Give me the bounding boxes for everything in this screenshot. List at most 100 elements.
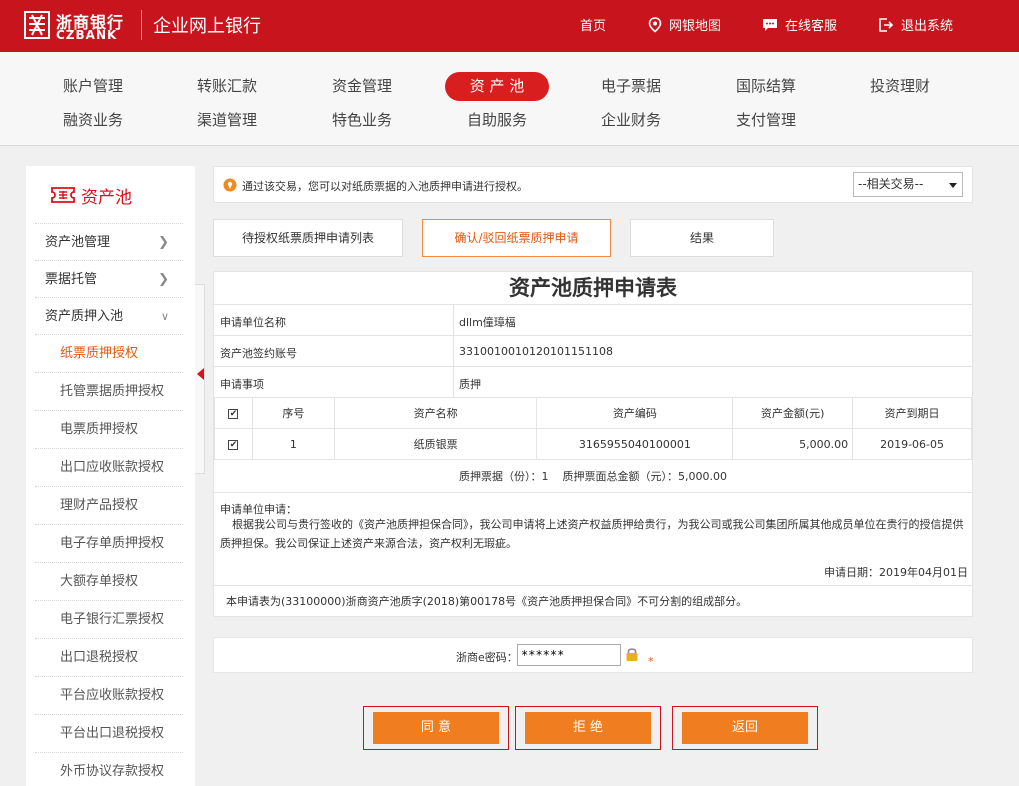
sidebar-item-label: 票据托管 — [45, 272, 98, 287]
sidebar-item-paper-bill-pledge-auth[interactable]: 纸票质押授权 — [35, 334, 183, 371]
chevron-right-icon: ❯ — [158, 235, 169, 250]
row-divider — [453, 336, 454, 366]
column-header: 序号 — [251, 397, 335, 429]
required-mark: * — [648, 655, 654, 668]
top-header: 浙商银行 CZBANK 企业网上银行 首页 网银地图 在线客服 退出系统 — [0, 0, 1019, 52]
bank-logo-icon — [24, 11, 50, 39]
chat-bubble-icon — [763, 18, 777, 31]
logout-link-label: 退出系统 — [901, 19, 954, 34]
sidebar-item-asset-pool-management[interactable]: 资产池管理 ❯ — [35, 223, 183, 260]
cell-amount: 5,000.00 — [732, 428, 854, 460]
agree-button-frame: 同 意 — [363, 706, 509, 750]
step-result[interactable]: 结果 — [630, 219, 774, 257]
e-password-input[interactable] — [517, 644, 621, 666]
chevron-right-icon: ❯ — [158, 272, 169, 287]
reject-button[interactable]: 拒 绝 — [525, 712, 651, 744]
row-checkbox[interactable]: ✔ — [228, 439, 239, 450]
czbank-logo[interactable]: 浙商银行 CZBANK — [24, 8, 134, 44]
reject-button-frame: 拒 绝 — [515, 706, 661, 750]
password-bar: 浙商e密码： * — [213, 637, 973, 673]
statement-body: 根据我公司与贵行签收的《资产池质押担保合同》，我公司申请将上述资产权益质押给贵行… — [220, 518, 964, 550]
column-header: 资产金额(元) — [732, 397, 854, 429]
chevron-down-icon: ∨ — [160, 310, 169, 323]
column-header: 资产名称 — [333, 397, 538, 429]
applicant-value: dllm僮璋楅 — [459, 316, 516, 329]
notice-text: 通过该交易，您可以对纸质票据的入池质押申请进行授权。 — [242, 180, 528, 193]
logout-link[interactable]: 退出系统 — [878, 15, 953, 34]
location-info-icon — [223, 178, 237, 192]
sidebar-item-custody-bill-pledge-auth[interactable]: 托管票据质押授权 — [35, 372, 183, 409]
sidebar-item-platform-export-refund-auth[interactable]: 平台出口退税授权 — [35, 714, 183, 751]
matter-value: 质押 — [459, 378, 481, 391]
sidebar-item-fx-agreement-deposit-auth[interactable]: 外币协议存款授权 — [35, 752, 183, 786]
sidebar-item-export-receivables-auth[interactable]: 出口应收账款授权 — [35, 448, 183, 485]
nav-channel-management[interactable]: 渠道管理 — [175, 106, 279, 135]
agree-button[interactable]: 同 意 — [373, 712, 499, 744]
cell-due-date: 2019-06-05 — [852, 428, 972, 460]
home-link[interactable]: 首页 — [580, 15, 606, 34]
matter-row: 申请事项 质押 — [214, 366, 972, 397]
apply-date: 申请日期：2019年04月01日 — [824, 566, 968, 579]
cell-asset-code: 3165955040100001 — [536, 428, 734, 460]
pledge-summary: 质押票据（份）：1 质押票面总金额（元）：5,000.00 — [214, 461, 972, 493]
sidebar-item-bill-custody[interactable]: 票据托管 ❯ — [35, 260, 183, 297]
nav-financing[interactable]: 融资业务 — [41, 106, 145, 135]
row-divider — [453, 305, 454, 335]
sidebar-item-export-tax-refund-auth[interactable]: 出口退税授权 — [35, 638, 183, 675]
sidebar-item-e-bill-pledge-auth[interactable]: 电票质押授权 — [35, 410, 183, 447]
nav-investment[interactable]: 投资理财 — [848, 72, 952, 101]
sidebar-header: 资产池 — [51, 183, 132, 208]
sidebar-item-asset-pledge-into-pool[interactable]: 资产质押入池 ∨ — [35, 297, 183, 334]
sidebar-item-large-deposit-auth[interactable]: 大额存单授权 — [35, 562, 183, 599]
sidebar-item-wealth-product-auth[interactable]: 理财产品授权 — [35, 486, 183, 523]
contract-note: 本申请表为(33100000)浙商资产池质字(2018)第00178号《资产池质… — [214, 585, 972, 617]
column-header: 资产到期日 — [852, 397, 972, 429]
bank-map-link-label: 网银地图 — [669, 19, 722, 34]
header-divider — [141, 10, 142, 40]
logo-english-name: CZBANK — [56, 28, 118, 42]
sidebar: 资产池 资产池管理 ❯ 票据托管 ❯ 资产质押入池 ∨ 纸票质押授权 托管票据质押授权… — [26, 166, 195, 786]
nav-transfer-remittance[interactable]: 转账汇款 — [175, 72, 279, 101]
select-all-checkbox[interactable]: ✔ — [228, 408, 239, 419]
lock-icon[interactable] — [625, 646, 639, 662]
related-transactions-select[interactable]: --相关交易-- — [853, 172, 963, 197]
nav-international-settlement[interactable]: 国际结算 — [714, 72, 818, 101]
matter-label: 申请事项 — [220, 378, 264, 391]
cell-asset-name: 纸质银票 — [333, 428, 538, 460]
map-pin-icon — [648, 16, 662, 33]
dropdown-arrow-icon — [949, 183, 957, 188]
table-header-row: ✔ 序号 资产名称 资产编码 资产金额(元) 资产到期日 — [214, 397, 972, 429]
account-row: 资产池签约账号 3310010010120101151108 — [214, 335, 972, 366]
logout-icon — [879, 17, 894, 32]
back-button[interactable]: 返回 — [682, 712, 808, 744]
step-pending-list[interactable]: 待授权纸票质押申请列表 — [213, 219, 403, 257]
back-button-frame: 返回 — [672, 706, 818, 750]
home-link-label: 首页 — [580, 19, 607, 34]
column-header: 资产编码 — [536, 397, 734, 429]
applicant-row: 申请单位名称 dllm僮璋楅 — [214, 304, 972, 335]
notice-bar: 通过该交易，您可以对纸质票据的入池质押申请进行授权。 --相关交易-- — [213, 166, 973, 203]
form-title: 资产池质押申请表 — [509, 276, 677, 300]
nav-e-bill[interactable]: 电子票据 — [579, 72, 683, 101]
applicant-label: 申请单位名称 — [220, 316, 286, 329]
main-navigation: 账户管理 转账汇款 资金管理 资 产 池 电子票据 国际结算 投资理财 融资业务… — [0, 52, 1019, 146]
sidebar-item-e-deposit-pledge-auth[interactable]: 电子存单质押授权 — [35, 524, 183, 561]
account-label: 资产池签约账号 — [220, 347, 297, 360]
row-divider — [453, 367, 454, 397]
site-title: 企业网上银行 — [153, 16, 261, 37]
nav-corporate-finance[interactable]: 企业财务 — [579, 106, 683, 135]
nav-payment-management[interactable]: 支付管理 — [714, 106, 818, 135]
step-confirm-reject[interactable]: 确认/驳回纸票质押申请 — [422, 219, 611, 257]
online-service-link-label: 在线客服 — [785, 19, 838, 34]
sidebar-item-platform-receivables-auth[interactable]: 平台应收账款授权 — [35, 676, 183, 713]
sidebar-item-label: 资产池管理 — [45, 235, 111, 250]
sidebar-item-e-bank-draft-auth[interactable]: 电子银行汇票授权 — [35, 600, 183, 637]
nav-account-management[interactable]: 账户管理 — [41, 72, 145, 101]
nav-asset-pool[interactable]: 资 产 池 — [445, 72, 549, 101]
nav-self-service[interactable]: 自助服务 — [445, 106, 549, 135]
online-service-link[interactable]: 在线客服 — [762, 15, 837, 34]
nav-featured-business[interactable]: 特色业务 — [310, 106, 414, 135]
row-select-cell: ✔ — [214, 428, 253, 460]
nav-fund-management[interactable]: 资金管理 — [310, 72, 414, 101]
bank-map-link[interactable]: 网银地图 — [648, 15, 721, 34]
